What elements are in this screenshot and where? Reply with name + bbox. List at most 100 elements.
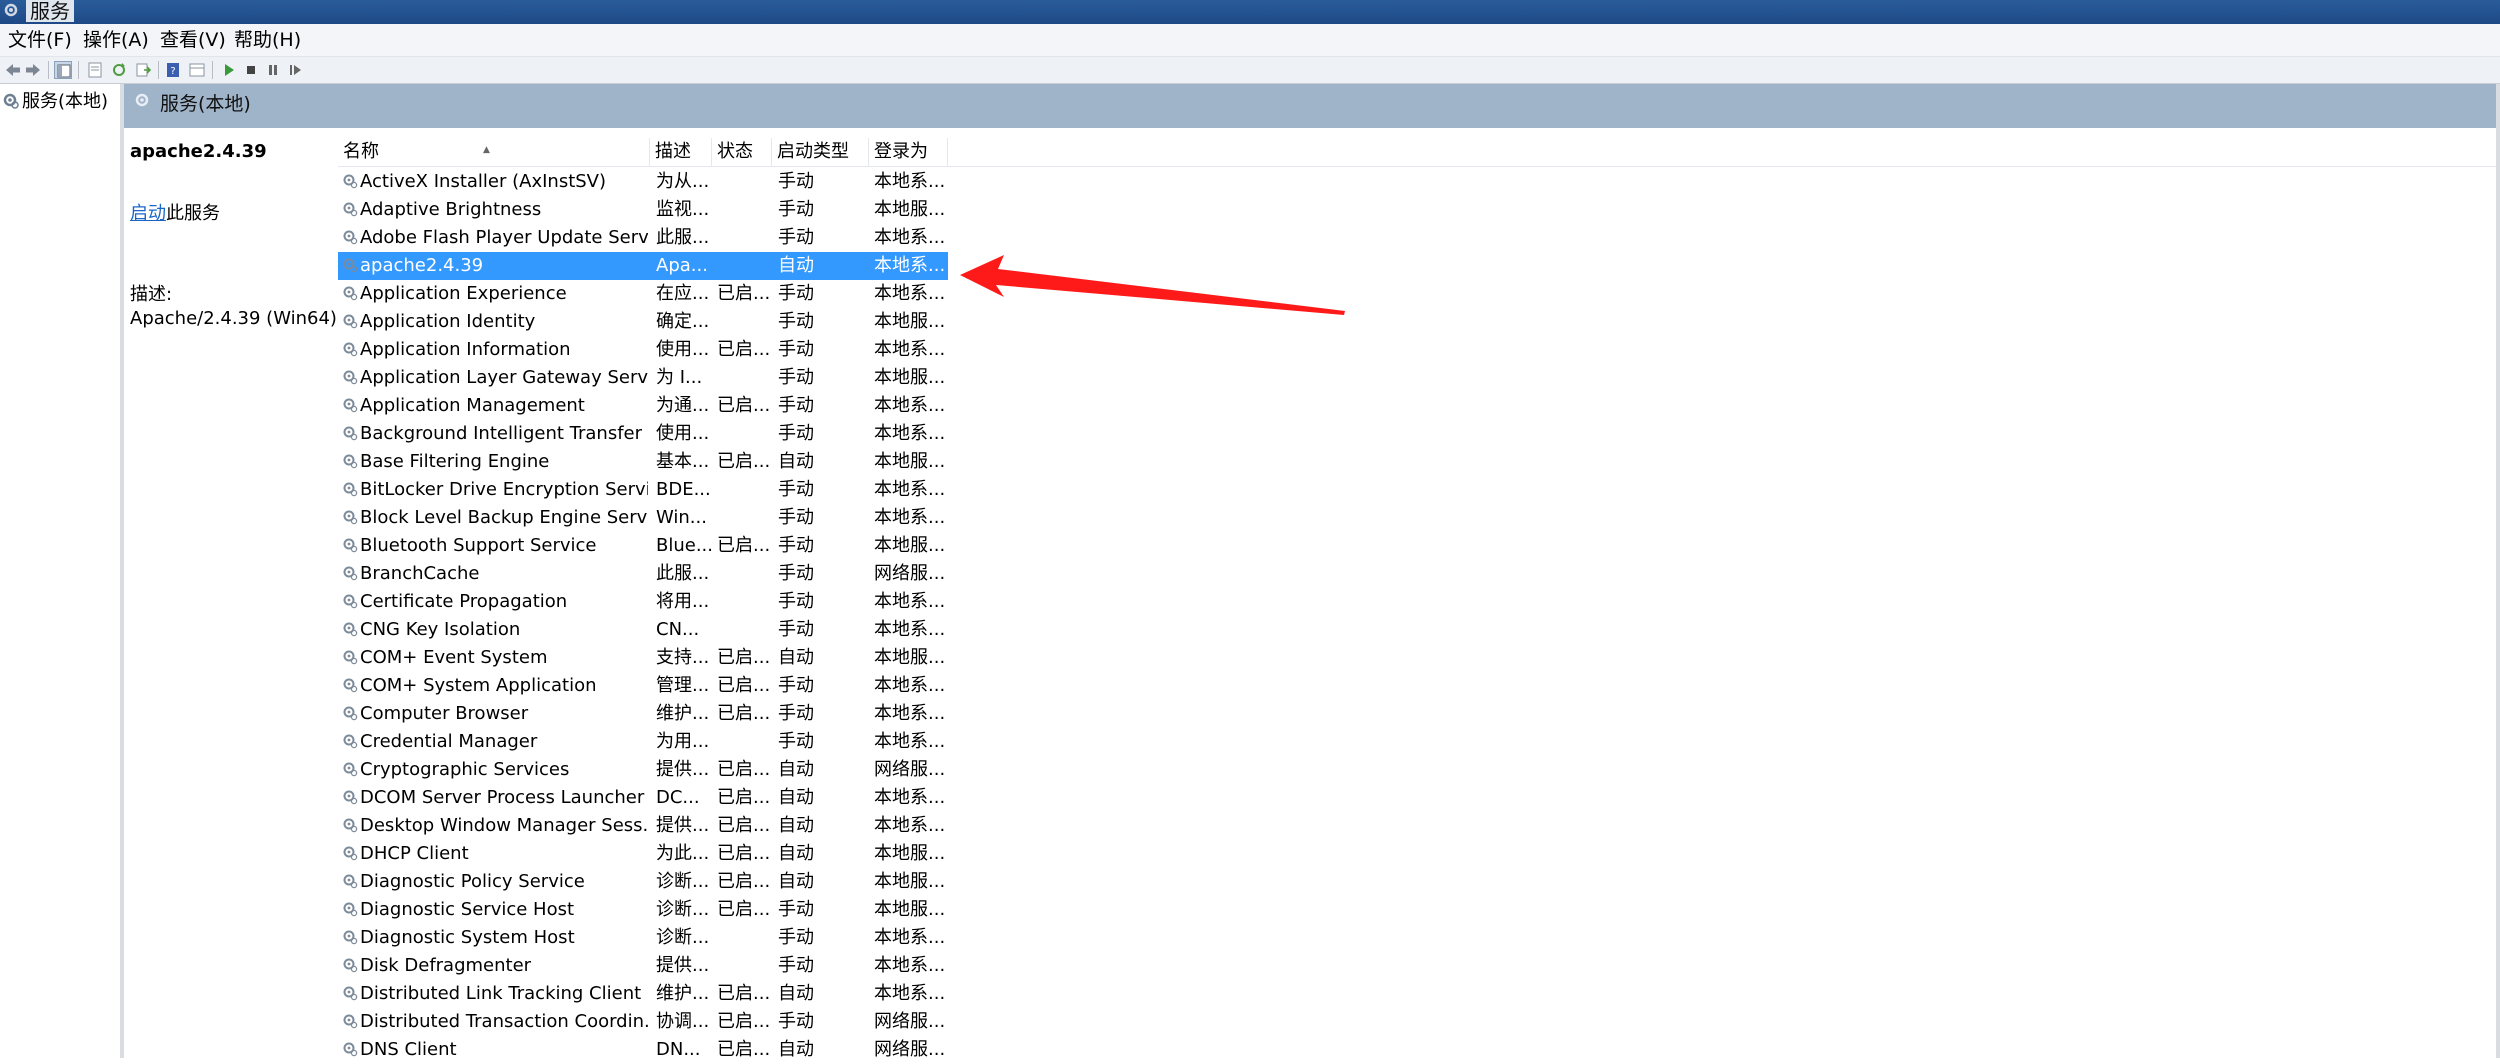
tree-item-services-local[interactable]: 服务(本地) xyxy=(2,90,108,114)
table-row[interactable]: ActiveX Installer (AxInstSV) 为从... 手动 本地系..… xyxy=(338,168,948,196)
table-row[interactable]: BranchCache 此服... 手动 网络服... xyxy=(338,560,948,588)
column-header-description[interactable]: 描述 xyxy=(650,138,712,166)
table-row[interactable]: Base Filtering Engine 基本... 已启... 自动 本地服... xyxy=(338,448,948,476)
cell-status: 已启... xyxy=(717,675,771,696)
cell-logon-as: 本地系... xyxy=(874,507,946,528)
cell-status xyxy=(717,924,771,952)
table-row[interactable]: Diagnostic Policy Service 诊断... 已启... 自动 本地服… xyxy=(338,868,948,896)
start-icon[interactable] xyxy=(220,61,238,79)
cell-name: Diagnostic Policy Service xyxy=(342,868,648,896)
service-gear-icon xyxy=(343,986,358,1001)
cell-startup-type: 手动 xyxy=(778,899,814,920)
start-service-link[interactable]: 启动 xyxy=(130,203,166,224)
cell-startup-type: 手动 xyxy=(778,619,814,640)
cell-name: Adaptive Brightness xyxy=(342,196,648,224)
cell-status xyxy=(717,728,771,756)
cell-description: 诊断... xyxy=(656,927,710,948)
table-row[interactable]: DNS Client DN... 已启... 自动 网络服... xyxy=(338,1036,948,1064)
table-row[interactable]: Application Management 为通... 已启... 手动 本地系... xyxy=(338,392,948,420)
table-row[interactable]: Desktop Window Manager Sess... 提供... 已启...… xyxy=(338,812,948,840)
cell-startup-type: 手动 xyxy=(778,675,814,696)
table-row[interactable]: Block Level Backup Engine Servi... Win...… xyxy=(338,504,948,532)
cell-startup-type: 自动 xyxy=(778,983,814,1004)
cell-startup-type: 手动 xyxy=(778,479,814,500)
cell-logon-as: 本地系... xyxy=(874,283,946,304)
show-hide-tree-icon[interactable] xyxy=(54,61,72,79)
view-icon[interactable] xyxy=(188,61,206,79)
cell-name: Diagnostic Service Host xyxy=(342,896,648,924)
service-gear-icon xyxy=(343,650,358,665)
help-icon[interactable]: ? xyxy=(164,61,182,79)
cell-status xyxy=(717,616,771,644)
table-row[interactable]: Bluetooth Support Service Blue... 已启... 手动 本… xyxy=(338,532,948,560)
table-row[interactable]: Application Layer Gateway Servi... 为 I...… xyxy=(338,364,948,392)
table-row[interactable]: apache2.4.39 Apa... 自动 本地系... xyxy=(338,252,948,280)
table-row[interactable]: DCOM Server Process Launcher DC... 已启... 自动… xyxy=(338,784,948,812)
menu-action[interactable]: 操作(A) xyxy=(83,28,149,52)
table-row[interactable]: CNG Key Isolation CN... 手动 本地系... xyxy=(338,616,948,644)
cell-logon-as: 本地服... xyxy=(874,843,946,864)
table-row[interactable]: COM+ Event System 支持... 已启... 自动 本地服... xyxy=(338,644,948,672)
menu-file[interactable]: 文件(F) xyxy=(8,28,72,52)
column-header-startup-type[interactable]: 启动类型 xyxy=(772,138,869,166)
table-row[interactable]: Application Information 使用... 已启... 手动 本地系..… xyxy=(338,336,948,364)
cell-name: Distributed Transaction Coordin... xyxy=(342,1008,648,1036)
table-row[interactable]: Adobe Flash Player Update Serv... 此服... 手动… xyxy=(338,224,948,252)
table-row[interactable]: BitLocker Drive Encryption Servi... BDE..… xyxy=(338,476,948,504)
column-header-name[interactable]: ▲ 名称 xyxy=(338,138,650,166)
cell-logon-as: 本地系... xyxy=(874,731,946,752)
cell-status xyxy=(717,420,771,448)
cell-name: Adobe Flash Player Update Serv... xyxy=(342,224,648,252)
table-row[interactable]: Cryptographic Services 提供... 已启... 自动 网络服... xyxy=(338,756,948,784)
service-gear-icon xyxy=(343,286,358,301)
table-row[interactable]: Application Experience 在应... 已启... 手动 本地系... xyxy=(338,280,948,308)
table-row[interactable]: Application Identity 确定... 手动 本地服... xyxy=(338,308,948,336)
table-row[interactable]: Diagnostic Service Host 诊断... 已启... 手动 本地服..… xyxy=(338,896,948,924)
service-gear-icon xyxy=(343,958,358,973)
table-row[interactable]: Diagnostic System Host 诊断... 手动 本地系... xyxy=(338,924,948,952)
cell-logon-as: 本地系... xyxy=(874,171,946,192)
cell-logon-as: 本地服... xyxy=(874,871,946,892)
services-gear-icon xyxy=(135,93,149,107)
menu-help[interactable]: 帮助(H) xyxy=(234,28,301,52)
forward-icon[interactable] xyxy=(24,61,42,79)
table-row[interactable]: Distributed Transaction Coordin... 协调... 已… xyxy=(338,1008,948,1036)
service-gear-icon xyxy=(343,314,358,329)
window-title: 服务 xyxy=(26,0,74,22)
cell-logon-as: 本地服... xyxy=(874,535,946,556)
column-header-logon-as[interactable]: 登录为 xyxy=(869,138,948,166)
table-row[interactable]: Distributed Link Tracking Client 维护... 已启.… xyxy=(338,980,948,1008)
service-gear-icon xyxy=(343,342,358,357)
table-row[interactable]: COM+ System Application 管理... 已启... 手动 本地系..… xyxy=(338,672,948,700)
table-row[interactable]: Computer Browser 维护... 已启... 手动 本地系... xyxy=(338,700,948,728)
menu-view[interactable]: 查看(V) xyxy=(160,28,226,52)
table-row[interactable]: DHCP Client 为此... 已启... 自动 本地服... xyxy=(338,840,948,868)
cell-status xyxy=(717,588,771,616)
table-row[interactable]: Certificate Propagation 将用... 手动 本地系... xyxy=(338,588,948,616)
cell-status xyxy=(717,504,771,532)
service-gear-icon xyxy=(343,818,358,833)
cell-name: DHCP Client xyxy=(342,840,648,868)
column-header-status[interactable]: 状态 xyxy=(712,138,772,166)
restart-icon[interactable] xyxy=(286,61,304,79)
cell-logon-as: 网络服... xyxy=(874,1039,946,1060)
export-list-icon[interactable] xyxy=(134,61,152,79)
back-icon[interactable] xyxy=(4,61,22,79)
service-gear-icon xyxy=(343,622,358,637)
table-row[interactable]: Adaptive Brightness 监视... 手动 本地服... xyxy=(338,196,948,224)
pane-title: 服务(本地) xyxy=(160,93,251,115)
table-row[interactable]: Disk Defragmenter 提供... 手动 本地系... xyxy=(338,952,948,980)
cell-startup-type: 手动 xyxy=(778,507,814,528)
cell-description: 诊断... xyxy=(656,899,710,920)
properties-icon[interactable] xyxy=(86,61,104,79)
table-row[interactable]: Credential Manager 为用... 手动 本地系... xyxy=(338,728,948,756)
pause-icon[interactable] xyxy=(264,61,282,79)
cell-description: 使用... xyxy=(656,423,710,444)
cell-description: 为从... xyxy=(656,171,710,192)
table-row[interactable]: Background Intelligent Transfer ... 使用...… xyxy=(338,420,948,448)
service-gear-icon xyxy=(343,538,358,553)
cell-description: Blue... xyxy=(656,535,712,556)
cell-description: 支持... xyxy=(656,647,710,668)
refresh-icon[interactable] xyxy=(110,61,128,79)
stop-icon[interactable] xyxy=(242,61,260,79)
